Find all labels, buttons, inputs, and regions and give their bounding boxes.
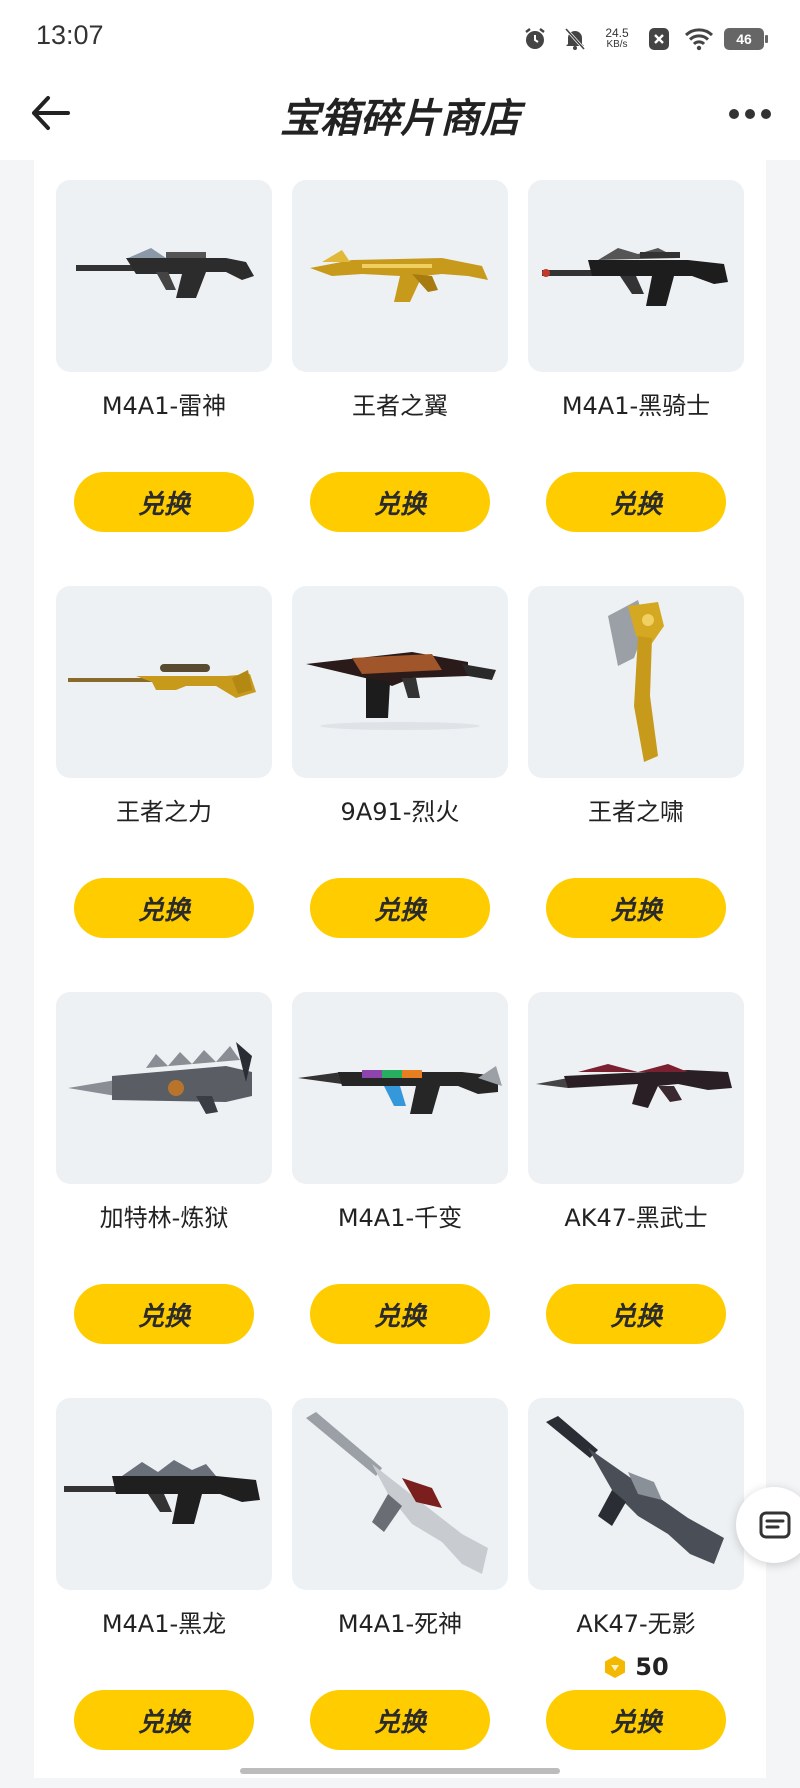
net-speed: 24.5 KB/s [600, 27, 634, 51]
shop-item-card: M4A1-黑骑士 兑换 [528, 180, 744, 570]
item-thumbnail[interactable] [528, 992, 744, 1184]
item-price: 50 [528, 1653, 744, 1681]
item-name: M4A1-千变 [337, 1204, 463, 1232]
item-thumbnail[interactable] [528, 180, 744, 372]
shop-item-card: 王者之啸 兑换 [528, 586, 744, 976]
item-thumbnail[interactable] [292, 586, 508, 778]
item-name: AK47-无影 [576, 1610, 696, 1638]
redeem-button[interactable]: 兑换 [310, 472, 490, 532]
status-bar: 13:07 24.5 KB/s 46 [0, 0, 800, 76]
redeem-button[interactable]: 兑换 [310, 1690, 490, 1750]
sniper-rifle-icon [68, 664, 256, 698]
item-name: 王者之啸 [588, 798, 684, 826]
shop-panel: M4A1-雷神 兑换 王者之翼 兑换 M4A1-黑骑士 兑换 王者之力 兑换 9… [34, 160, 766, 1778]
item-thumbnail[interactable] [56, 586, 272, 778]
item-name: M4A1-死神 [337, 1610, 463, 1638]
price-value: 50 [635, 1653, 669, 1681]
redeem-button[interactable]: 兑换 [310, 1284, 490, 1344]
gatling-gun-icon [68, 1042, 252, 1114]
golden-rifle-icon [310, 250, 488, 302]
shop-item-card: AK47-黑武士 兑换 [528, 992, 744, 1382]
item-thumbnail[interactable] [56, 180, 272, 372]
diagonal-rifle-icon [546, 1416, 724, 1564]
rifle-icon [64, 1460, 260, 1524]
more-dots-icon [761, 109, 771, 119]
item-name: 王者之翼 [352, 392, 448, 420]
more-button[interactable] [724, 94, 776, 134]
net-speed-unit: KB/s [606, 39, 628, 50]
app-notification-icon [644, 24, 674, 54]
net-speed-value: 24.5 [605, 26, 629, 40]
redeem-button[interactable]: 兑换 [546, 472, 726, 532]
shop-item-card: M4A1-黑龙 兑换 [56, 1398, 272, 1788]
redeem-button[interactable]: 兑换 [546, 1690, 726, 1750]
item-thumbnail[interactable] [292, 992, 508, 1184]
item-name: M4A1-黑龙 [101, 1610, 227, 1638]
redeem-button[interactable]: 兑换 [74, 1284, 254, 1344]
item-name: M4A1-黑骑士 [561, 392, 711, 420]
top-bar: 宝箱碎片商店 [0, 76, 800, 160]
item-thumbnail[interactable] [292, 1398, 508, 1590]
alarm-icon [520, 24, 550, 54]
battery-icon: 46 [724, 28, 768, 50]
shop-item-card: 王者之力 兑换 [56, 586, 272, 976]
mute-bell-icon [560, 24, 590, 54]
smg-icon [306, 652, 496, 730]
shop-item-card: M4A1-死神 兑换 [292, 1398, 508, 1788]
redeem-button[interactable]: 兑换 [546, 1284, 726, 1344]
shop-item-card: 9A91-烈火 兑换 [292, 586, 508, 976]
more-dots-icon [745, 109, 755, 119]
shop-item-card: 王者之翼 兑换 [292, 180, 508, 570]
redeem-button[interactable]: 兑换 [546, 878, 726, 938]
wifi-icon [684, 24, 714, 54]
item-name: 王者之力 [116, 798, 212, 826]
rifle-icon [76, 248, 254, 298]
status-time: 13:07 [36, 20, 104, 50]
shop-item-card: M4A1-雷神 兑换 [56, 180, 272, 570]
rifle-icon [542, 248, 728, 306]
shard-coin-icon [605, 1656, 626, 1678]
redeem-button[interactable]: 兑换 [74, 472, 254, 532]
message-box-icon [759, 1511, 791, 1539]
shop-item-card: AK47-无影 50 兑换 [528, 1398, 744, 1788]
redeem-button[interactable]: 兑换 [74, 1690, 254, 1750]
item-thumbnail[interactable] [528, 586, 744, 778]
page-title: 宝箱碎片商店 [280, 96, 520, 142]
shop-item-card: 加特林-炼狱 兑换 [56, 992, 272, 1382]
item-name: AK47-黑武士 [564, 1204, 708, 1232]
item-thumbnail[interactable] [528, 1398, 744, 1590]
redeem-button[interactable]: 兑换 [74, 878, 254, 938]
golden-axe-icon [608, 600, 664, 762]
shop-item-card: M4A1-千变 兑换 [292, 992, 508, 1382]
item-thumbnail[interactable] [292, 180, 508, 372]
item-thumbnail[interactable] [56, 992, 272, 1184]
rainbow-rifle-icon [298, 1066, 502, 1114]
diagonal-rifle-icon [306, 1412, 488, 1574]
item-grid: M4A1-雷神 兑换 王者之翼 兑换 M4A1-黑骑士 兑换 王者之力 兑换 9… [34, 160, 766, 1778]
redeem-button[interactable]: 兑换 [310, 878, 490, 938]
rifle-icon [536, 1064, 732, 1108]
item-name: 9A91-烈火 [340, 798, 460, 826]
more-dots-icon [729, 109, 739, 119]
item-name: 加特林-炼狱 [99, 1204, 229, 1232]
status-icons: 24.5 KB/s 46 [520, 22, 768, 56]
item-name: M4A1-雷神 [101, 392, 227, 420]
home-indicator[interactable] [240, 1768, 560, 1774]
item-thumbnail[interactable] [56, 1398, 272, 1590]
